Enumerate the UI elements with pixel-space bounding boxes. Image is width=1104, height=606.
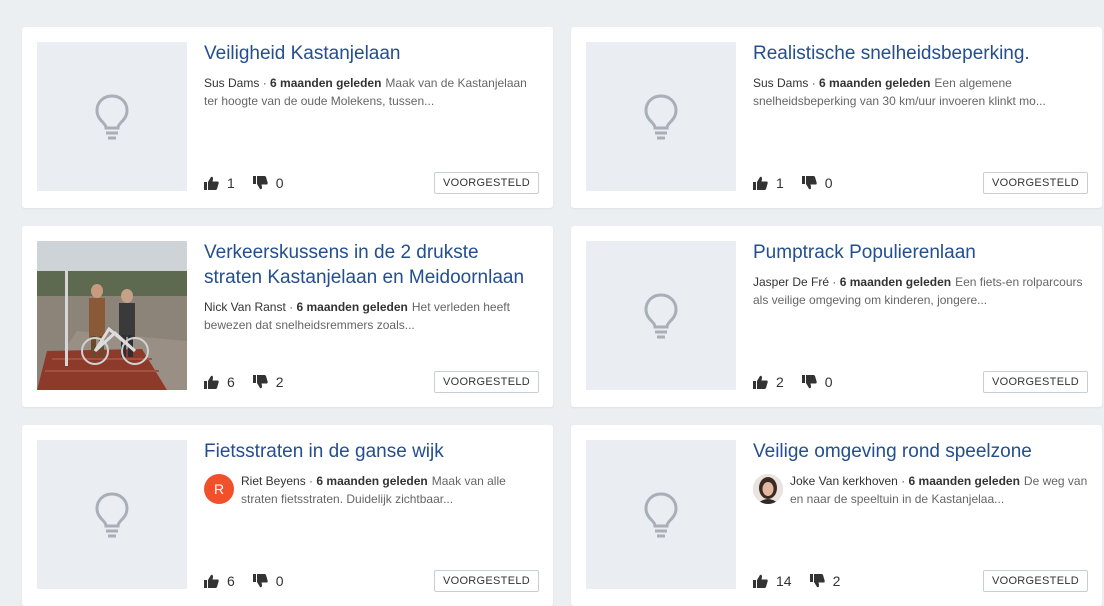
status-badge: VOORGESTELD [982, 371, 1088, 393]
idea-title[interactable]: Pumptrack Populierenlaan [753, 240, 1088, 265]
downvote-button[interactable]: 2 [809, 573, 841, 589]
downvote-button[interactable]: 0 [252, 573, 284, 589]
thumbs-up-icon [753, 574, 768, 588]
idea-author[interactable]: Sus Dams [753, 76, 808, 90]
idea-author[interactable]: Jasper De Fré [753, 275, 829, 289]
idea-time: 6 maanden geleden [296, 300, 408, 314]
downvote-button[interactable]: 0 [801, 175, 833, 191]
idea-meta: Jasper De Fré · 6 maanden geleden Een fie… [753, 275, 1083, 307]
idea-author[interactable]: Joke Van kerkhoven [790, 474, 898, 488]
idea-title[interactable]: Veilige omgeving rond speelzone [753, 439, 1088, 464]
idea-image-placeholder [37, 42, 187, 191]
downvote-count: 0 [824, 374, 833, 390]
avatar[interactable] [753, 474, 783, 504]
idea-meta: Riet Beyens · 6 maanden geleden Maak van … [241, 474, 506, 506]
status-badge: VOORGESTELD [433, 172, 539, 194]
downvote-count: 2 [275, 374, 284, 390]
idea-meta: Nick Van Ranst · 6 maanden geleden Het ve… [204, 300, 510, 332]
idea-footer: 1 0 VOORGESTELD [204, 172, 539, 194]
idea-card[interactable]: Veilige omgeving rond speelzone Joke Van… [571, 425, 1102, 606]
status-badge: VOORGESTELD [433, 570, 539, 592]
street-photo [37, 241, 187, 390]
idea-time: 6 maanden geleden [819, 76, 931, 90]
upvote-count: 2 [776, 374, 784, 390]
idea-footer: 14 2 VOORGESTELD [753, 570, 1088, 592]
downvote-button[interactable]: 0 [252, 175, 284, 191]
thumbs-down-icon [252, 375, 268, 389]
idea-image-placeholder [586, 440, 736, 589]
idea-footer: 2 0 VOORGESTELD [753, 371, 1088, 393]
lightbulb-icon [644, 292, 678, 338]
idea-title[interactable]: Verkeerskussens in de 2 drukste straten … [204, 240, 539, 290]
idea-author[interactable]: Sus Dams [204, 76, 259, 90]
downvote-count: 0 [275, 573, 284, 589]
upvote-button[interactable]: 1 [204, 175, 235, 191]
status-badge: VOORGESTELD [982, 172, 1088, 194]
idea-image-placeholder [586, 42, 736, 191]
idea-card[interactable]: Realistische snelheidsbeperking. Sus Dam… [571, 27, 1102, 208]
idea-card[interactable]: Pumptrack Populierenlaan Jasper De Fré ·… [571, 226, 1102, 407]
status-badge: VOORGESTELD [433, 371, 539, 393]
idea-image-placeholder [586, 241, 736, 390]
idea-time: 6 maanden geleden [270, 76, 382, 90]
idea-card[interactable]: Fietsstraten in de ganse wijk R Riet Bey… [22, 425, 553, 606]
idea-footer: 1 0 VOORGESTELD [753, 172, 1088, 194]
downvote-count: 2 [832, 573, 841, 589]
status-badge: VOORGESTELD [982, 570, 1088, 592]
thumbs-down-icon [252, 574, 268, 588]
thumbs-up-icon [204, 375, 219, 389]
idea-author[interactable]: Riet Beyens [241, 474, 306, 488]
thumbs-up-icon [753, 375, 768, 389]
thumbs-down-icon [801, 176, 817, 190]
idea-image-placeholder [37, 440, 187, 589]
thumbs-down-icon [809, 574, 825, 588]
downvote-count: 0 [824, 175, 833, 191]
upvote-button[interactable]: 6 [204, 374, 235, 390]
idea-photo [37, 241, 187, 390]
idea-title[interactable]: Veiligheid Kastanjelaan [204, 41, 539, 66]
upvote-button[interactable]: 2 [753, 374, 784, 390]
idea-title[interactable]: Fietsstraten in de ganse wijk [204, 439, 539, 464]
upvote-count: 6 [227, 374, 235, 390]
idea-meta: Joke Van kerkhoven · 6 maanden geleden De… [790, 474, 1088, 506]
upvote-count: 6 [227, 573, 235, 589]
idea-time: 6 maanden geleden [839, 275, 952, 289]
idea-meta: Sus Dams · 6 maanden geleden Een algemene… [753, 76, 1046, 108]
lightbulb-icon [95, 491, 129, 537]
idea-time: 6 maanden geleden [908, 474, 1020, 488]
thumbs-down-icon [252, 176, 268, 190]
upvote-count: 1 [227, 175, 235, 191]
thumbs-up-icon [753, 176, 768, 190]
idea-card[interactable]: Veiligheid Kastanjelaan Sus Dams · 6 maa… [22, 27, 553, 208]
upvote-count: 1 [776, 175, 784, 191]
lightbulb-icon [644, 491, 678, 537]
thumbs-down-icon [801, 375, 817, 389]
avatar[interactable]: R [204, 474, 234, 504]
downvote-button[interactable]: 2 [252, 374, 284, 390]
upvote-button[interactable]: 1 [753, 175, 784, 191]
idea-card[interactable]: Verkeerskussens in de 2 drukste straten … [22, 226, 553, 407]
lightbulb-icon [95, 93, 129, 139]
idea-footer: 6 2 VOORGESTELD [204, 371, 539, 393]
idea-footer: 6 0 VOORGESTELD [204, 570, 539, 592]
lightbulb-icon [644, 93, 678, 139]
downvote-count: 0 [275, 175, 284, 191]
downvote-button[interactable]: 0 [801, 374, 833, 390]
thumbs-up-icon [204, 176, 219, 190]
ideas-grid: Veiligheid Kastanjelaan Sus Dams · 6 maa… [22, 27, 1104, 606]
idea-title[interactable]: Realistische snelheidsbeperking. [753, 41, 1088, 66]
upvote-button[interactable]: 14 [753, 573, 792, 589]
thumbs-up-icon [204, 574, 219, 588]
idea-time: 6 maanden geleden [316, 474, 428, 488]
user-photo [753, 474, 783, 504]
upvote-button[interactable]: 6 [204, 573, 235, 589]
idea-meta: Sus Dams · 6 maanden geleden Maak van de … [204, 76, 527, 108]
upvote-count: 14 [776, 573, 792, 589]
idea-author[interactable]: Nick Van Ranst [204, 300, 286, 314]
